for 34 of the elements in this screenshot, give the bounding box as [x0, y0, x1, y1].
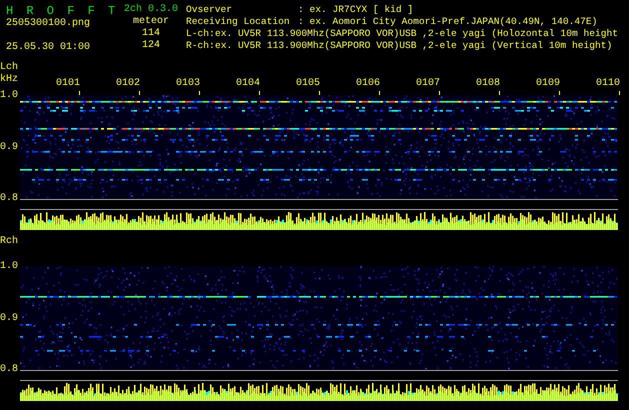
info-value: ex. UV5R 113.900Mhz(SAPPORO VOR)USB ,2-ele yagi (Vertical 10m height): [215, 40, 612, 52]
frequency-label: 1.0: [0, 262, 20, 272]
frequency-label: 0.9: [0, 142, 20, 152]
meteor-count: 114: [142, 28, 160, 40]
meteor-count: 124: [142, 40, 160, 52]
time-label: 0107: [416, 78, 440, 90]
info-label: L-ch:: [186, 28, 215, 40]
info-value: ex. UV5R 113.900Mhz(SAPPORO VOR)USB ,2-ele yagi (Holozontal 10m height: [215, 28, 618, 40]
frequency-label: 1.0: [0, 91, 20, 101]
time-label: 0104: [236, 78, 260, 90]
info-label: Receiving Location: [186, 16, 291, 28]
unit-label: kHz: [0, 74, 20, 86]
time-label: 0103: [176, 78, 200, 90]
time-label: 0101: [56, 78, 80, 90]
channel-label: Lch: [0, 62, 20, 74]
app-title: H R O F F T: [6, 4, 116, 18]
channel-label: Rch: [0, 236, 20, 248]
frequency-label: 0.9: [0, 314, 20, 324]
time-label: 0106: [356, 78, 380, 90]
info-label: Ovserver: [186, 4, 234, 16]
time-label: 0102: [116, 78, 140, 90]
info-value: : ex. JR7CYX [ kid ]: [298, 4, 414, 16]
meteor-label: meteor: [132, 16, 169, 28]
file-name: 2505300100.png: [6, 18, 90, 30]
info-value: : ex. Aomori City Aomori-Pref.JAPAN(40.49N, 140.47E): [298, 16, 598, 28]
version-label: 2ch 0.3.0: [124, 4, 178, 16]
frequency-label: 0.8: [0, 194, 20, 204]
time-label: 0109: [536, 78, 560, 90]
time-label: 0105: [296, 78, 320, 90]
time-label: 0108: [476, 78, 500, 90]
frequency-label: 0.8: [0, 365, 20, 375]
info-label: R-ch:: [186, 40, 215, 52]
date-time: 25.05.30 01:00: [6, 42, 90, 54]
time-label: 0110: [596, 78, 620, 90]
